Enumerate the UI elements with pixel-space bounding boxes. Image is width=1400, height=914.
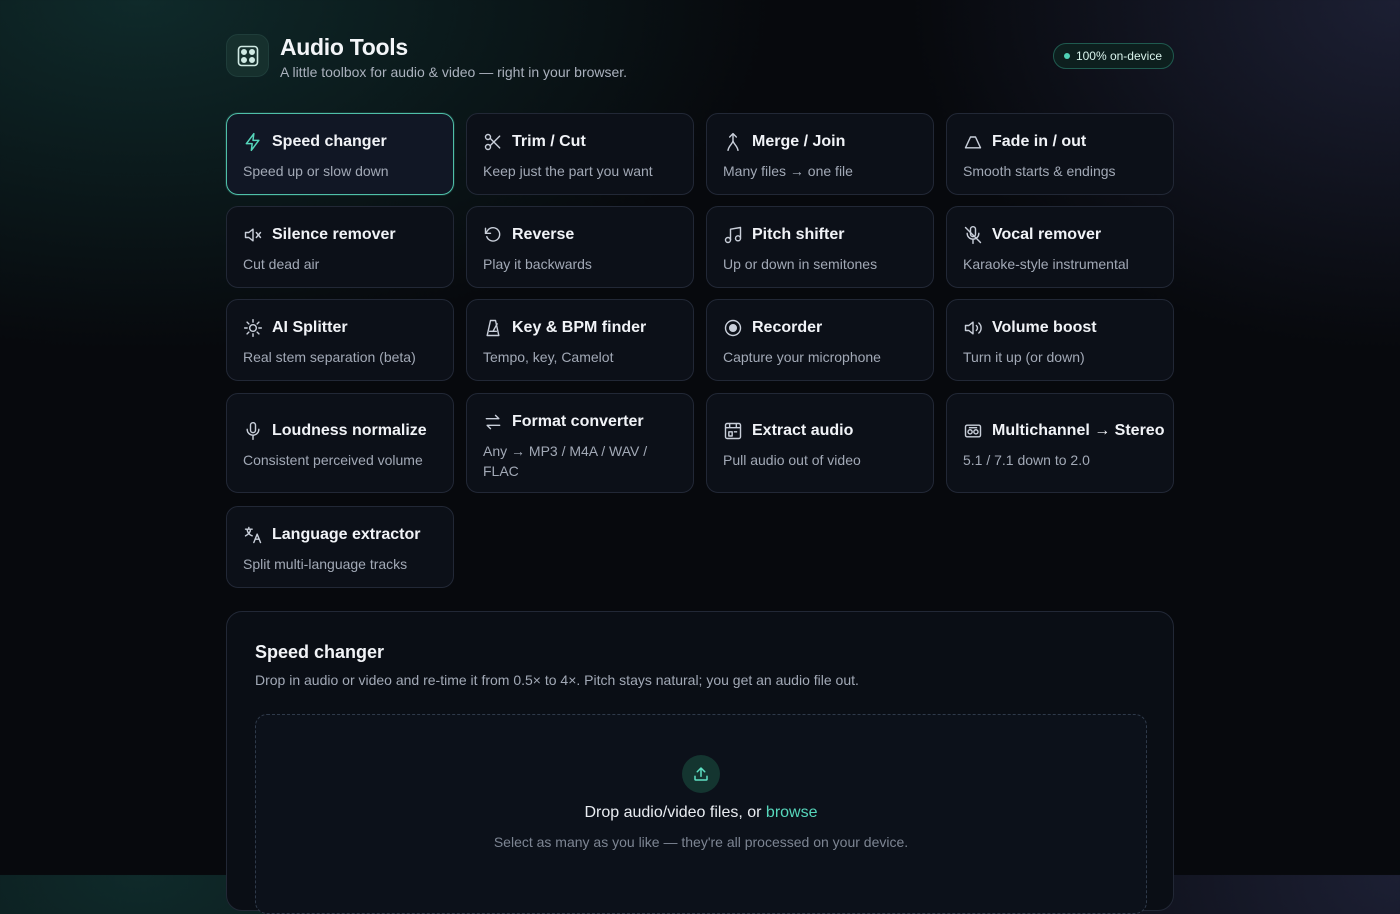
tool-name: Trim / Cut [512,133,586,150]
tool-card-key-bpm[interactable]: Key & BPM finder Tempo, key, Camelot [466,299,694,381]
tool-desc: Tempo, key, Camelot [483,349,614,365]
tool-card-trim-cut[interactable]: Trim / Cut Keep just the part you want [466,113,694,195]
tool-card-silence-remover[interactable]: Silence remover Cut dead air [226,206,454,288]
tool-desc: Pull audio out of video [723,452,861,468]
boombox-icon [963,421,983,441]
tool-card-vocal-remover[interactable]: Vocal remover Karaoke-style instrumental [946,206,1174,288]
drop-hint: Select as many as you like — they're all… [493,834,909,850]
rotate-ccw-icon [483,225,503,245]
tool-card-reverse[interactable]: Reverse Play it backwards [466,206,694,288]
tool-name: Pitch shifter [752,226,845,243]
tool-name: Volume boost [992,319,1097,336]
tool-desc: Capture your microphone [723,349,881,365]
tool-card-merge-join[interactable]: Merge / Join Many files → one file [706,113,934,195]
tool-card-fade[interactable]: Fade in / out Smooth starts & endings [946,113,1174,195]
tool-desc: Any → MP3 / M4A / WAV / FLAC [483,443,648,479]
tool-desc: Karaoke-style instrumental [963,256,1129,272]
tool-name: Extract audio [752,422,854,439]
record-icon [723,318,743,338]
browse-link[interactable]: browse [766,804,818,821]
tool-name: Multichannel → Stereo [992,422,1165,439]
tool-name: Silence remover [272,226,396,243]
file-drop-zone[interactable]: Drop audio/video files, or browse Select… [255,714,1147,914]
tool-card-speed-changer[interactable]: Speed changer Speed up or slow down [226,113,454,195]
app-subtitle: A little toolbox for audio & video — rig… [280,64,628,80]
tool-name: Format converter [512,413,644,430]
on-device-badge: 100% on-device [1052,43,1174,69]
tool-card-loudness-normalize[interactable]: Loudness normalize Consistent perceived … [226,393,454,493]
tool-desc: Consistent perceived volume [243,452,423,468]
tool-name: Loudness normalize [272,422,427,439]
tool-card-extract-audio[interactable]: Extract audio Pull audio out of video [706,393,934,493]
translate-icon [243,525,263,545]
tool-card-volume-boost[interactable]: Volume boost Turn it up (or down) [946,299,1174,381]
tool-desc: Turn it up (or down) [963,349,1085,365]
tool-desc: Speed up or slow down [243,163,389,179]
tool-name: Recorder [752,319,823,336]
app-title: Audio Tools [280,34,408,60]
swap-arrows-icon [483,412,503,432]
tool-name: Speed changer [272,133,387,150]
fade-trapezoid-icon [963,132,983,152]
mixer-knobs-icon [226,34,269,77]
tool-desc: Play it backwards [483,256,592,272]
tool-card-language-extractor[interactable]: Language extractor Split multi-language … [226,506,454,588]
badge-label: 100% on-device [1075,49,1162,63]
lightning-icon [243,132,263,152]
tool-card-recorder[interactable]: Recorder Capture your microphone [706,299,934,381]
tool-desc: 5.1 / 7.1 down to 2.0 [963,452,1090,468]
microphone-icon [243,421,263,441]
film-icon [723,421,743,441]
tool-name: Merge / Join [752,133,846,150]
tool-card-multichannel-stereo[interactable]: Multichannel → Stereo 5.1 / 7.1 down to … [946,393,1174,493]
volume-icon [963,318,983,338]
music-note-icon [723,225,743,245]
tool-name: AI Splitter [272,319,348,336]
tool-desc: Up or down in semitones [723,256,878,272]
upload-icon [682,755,720,793]
tool-card-format-converter[interactable]: Format converter Any → MP3 / M4A / WAV /… [466,393,694,493]
tool-desc: Keep just the part you want [483,163,653,179]
tool-desc: Real stem separation (beta) [243,349,416,365]
scissors-icon [483,132,503,152]
tool-card-pitch-shifter[interactable]: Pitch shifter Up or down in semitones [706,206,934,288]
tool-name: Fade in / out [992,133,1087,150]
tool-panel: Speed changer Drop in audio or video and… [226,611,1174,914]
app-header: Audio Tools A little toolbox for audio &… [226,0,1174,113]
metronome-icon [483,318,503,338]
tool-desc: Split multi-language tracks [243,556,408,572]
sparkle-icon [243,318,263,338]
tool-name: Key & BPM finder [512,319,647,336]
drop-instruction: Drop audio/video files, or browse [256,804,1146,822]
tool-name: Vocal remover [992,226,1102,243]
panel-title: Speed changer [255,642,385,662]
tool-desc: Smooth starts & endings [963,163,1116,179]
tool-name: Reverse [512,226,575,243]
mic-off-icon [963,225,983,245]
drop-text: Drop audio/video files, or [584,804,762,821]
merge-icon [723,132,743,152]
status-dot-icon [1063,53,1070,59]
tool-name: Language extractor [272,526,421,543]
panel-description: Drop in audio or video and re-time it fr… [255,672,859,688]
tool-card-ai-splitter[interactable]: AI Splitter Real stem separation (beta) [226,299,454,381]
tool-desc: Cut dead air [243,256,320,272]
tool-desc: Many files → one file [723,163,853,179]
speaker-mute-icon [243,225,263,245]
